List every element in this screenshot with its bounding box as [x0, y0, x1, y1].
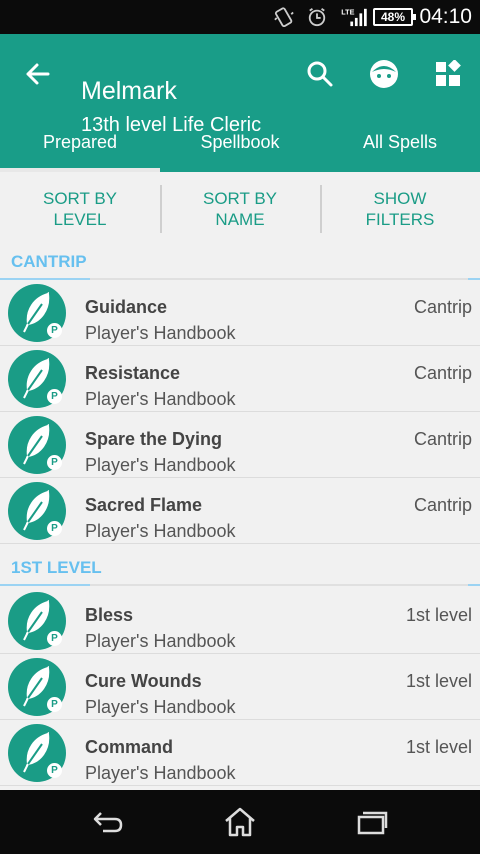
prepared-badge: P [47, 455, 62, 470]
spell-level: Cantrip [413, 495, 472, 515]
sort-bar: SORT BY LEVEL SORT BY NAME SHOW FILTERS [0, 172, 480, 246]
spell-name: Cure Wounds [85, 671, 202, 691]
spell-name: Bless [85, 605, 134, 625]
spell-icon: P [8, 416, 66, 474]
show-filters-button[interactable]: SHOW FILTERS [320, 172, 480, 246]
tab-all-spells-label: All Spells [362, 132, 438, 152]
character-name: Melmark [81, 77, 177, 105]
section-header-cantrip: CANTRIP [0, 246, 480, 280]
spell-source: Player's Handbook [85, 631, 236, 651]
spell-row[interactable]: P Spare the Dying Player's Handbook Cant… [0, 412, 480, 478]
spell-name: Resistance [85, 363, 181, 383]
recent-apps-icon [357, 811, 388, 835]
section-divider [0, 584, 480, 586]
spell-icon: P [8, 592, 66, 650]
prepared-badge: P [47, 323, 62, 338]
spell-source: Player's Handbook [85, 697, 236, 717]
spell-row[interactable]: P Bless Player's Handbook 1st level [0, 588, 480, 654]
system-nav-bar [0, 790, 480, 854]
spell-icon: P [8, 658, 66, 716]
section-title: 1ST LEVEL [11, 558, 102, 577]
tab-prepared[interactable]: Prepared [0, 124, 160, 172]
app-bar: Melmark 13th level Life Cleric Prepared … [0, 34, 480, 172]
spell-row[interactable]: P Cure Wounds Player's Handbook 1st leve… [0, 654, 480, 720]
spell-source: Player's Handbook [85, 455, 236, 475]
home-icon [225, 807, 255, 837]
character-button[interactable] [364, 54, 404, 94]
prepared-badge: P [47, 631, 62, 646]
vibrate-icon [274, 7, 294, 27]
spell-source: Player's Handbook [85, 323, 236, 343]
tab-spellbook-label: Spellbook [200, 132, 280, 152]
spell-row[interactable]: P Sacred Flame Player's Handbook Cantrip [0, 478, 480, 544]
prepared-badge: P [47, 697, 62, 712]
spell-source: Player's Handbook [85, 389, 236, 409]
spell-name: Guidance [85, 297, 168, 317]
tab-bar: Prepared Spellbook All Spells [0, 124, 480, 172]
character-face-icon [370, 60, 398, 88]
back-arrow-button[interactable] [20, 56, 56, 92]
spell-level: Cantrip [413, 363, 472, 383]
spell-level: Cantrip [413, 429, 472, 449]
dashboard-button[interactable] [428, 54, 468, 94]
spell-name: Sacred Flame [85, 495, 203, 515]
back-button[interactable] [88, 806, 128, 838]
section-title: CANTRIP [11, 252, 87, 271]
spell-level: 1st level [405, 737, 472, 757]
tab-prepared-label: Prepared [42, 132, 118, 152]
back-arrow-icon [26, 63, 50, 85]
spell-source: Player's Handbook [85, 763, 236, 783]
dashboard-icon [436, 60, 461, 86]
sort-by-name-button[interactable]: SORT BY NAME [160, 172, 320, 246]
spell-icon: P [8, 284, 66, 342]
spell-source: Player's Handbook [85, 521, 236, 541]
spell-name: Command [85, 737, 174, 757]
spell-icon: P [8, 482, 66, 540]
status-bar: LTE 48% 04:10 [0, 0, 480, 34]
tab-all-spells[interactable]: All Spells [320, 124, 480, 172]
spell-level: Cantrip [413, 297, 472, 317]
search-button[interactable] [300, 54, 340, 94]
svg-text:LTE: LTE [341, 7, 354, 16]
spell-level: 1st level [405, 605, 472, 625]
spell-row[interactable]: P Command Player's Handbook 1st level [0, 720, 480, 786]
spell-icon: P [8, 724, 66, 782]
spell-icon: P [8, 350, 66, 408]
tab-spellbook[interactable]: Spellbook [160, 124, 320, 172]
home-button[interactable] [220, 806, 260, 838]
recent-apps-button[interactable] [352, 806, 392, 838]
sort-by-level-button[interactable]: SORT BY LEVEL [0, 172, 160, 246]
prepared-badge: P [47, 389, 62, 404]
search-icon [307, 61, 333, 87]
spell-row[interactable]: P Guidance Player's Handbook Cantrip [0, 280, 480, 346]
alarm-icon [308, 8, 326, 27]
back-icon [93, 812, 123, 833]
battery-icon: 48% [373, 8, 416, 26]
lte-signal-icon: LTE [341, 7, 367, 27]
prepared-badge: P [47, 521, 62, 536]
spell-level: 1st level [405, 671, 472, 691]
section-header-1st-level: 1ST LEVEL [0, 552, 480, 586]
prepared-badge: P [47, 763, 62, 778]
clock: 04:10 [419, 5, 472, 28]
spell-row[interactable]: P Resistance Player's Handbook Cantrip [0, 346, 480, 412]
spell-name: Spare the Dying [85, 429, 223, 449]
